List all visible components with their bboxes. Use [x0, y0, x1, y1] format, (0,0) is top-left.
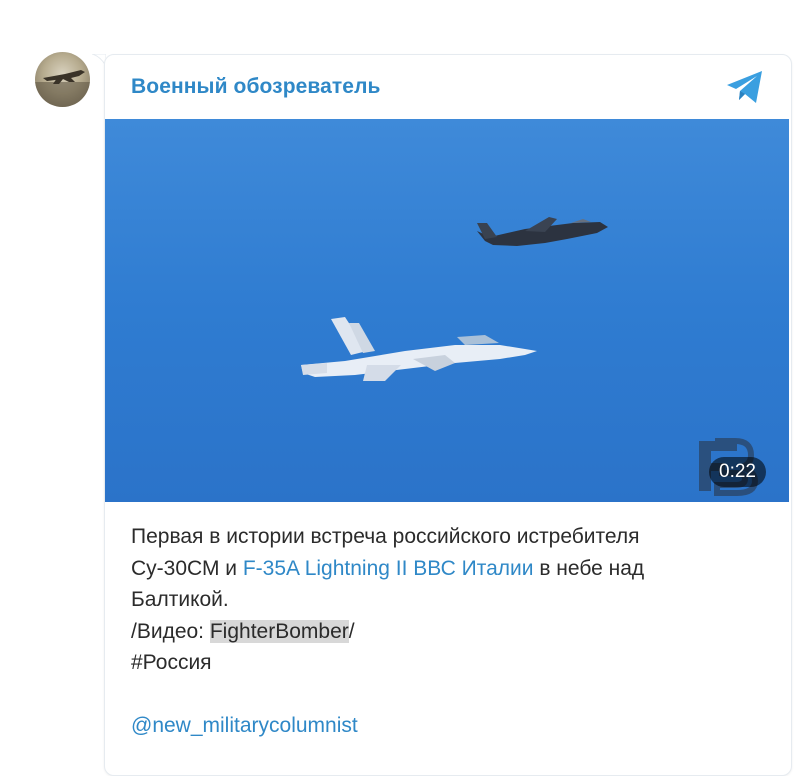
- post-line-1: Первая в истории встреча российского ист…: [131, 525, 640, 548]
- post-line-2-prefix: Су-30СМ и: [131, 556, 243, 580]
- video-player[interactable]: [105, 119, 789, 502]
- video-duration: 0:22: [709, 457, 766, 487]
- f35-link[interactable]: F-35A Lightning II ВВС Италии: [243, 557, 534, 580]
- video-credit-prefix: /Видео:: [131, 619, 210, 643]
- post-line-2: Су-30СМ и F-35A Lightning II ВВС Италии …: [131, 553, 771, 585]
- channel-name[interactable]: Военный обозреватель: [131, 75, 381, 99]
- video-credit-suffix: /: [348, 619, 355, 643]
- video-credit-highlight[interactable]: FighterBomber: [209, 619, 349, 643]
- hashtag-russia[interactable]: #Россия: [131, 647, 771, 679]
- channel-mention-link[interactable]: @new_militarycolumnist: [131, 710, 771, 742]
- telegram-plane-icon[interactable]: [725, 69, 765, 105]
- channel-avatar[interactable]: [35, 52, 90, 107]
- post-line-2-suffix: в небе над: [533, 556, 645, 580]
- post-line-3: Балтикой.: [131, 588, 229, 611]
- fighter-jet-icon: [35, 70, 90, 107]
- post-text: Первая в истории встреча российского ист…: [131, 521, 771, 742]
- video-frame-jets: [105, 119, 789, 502]
- post-line-4: /Видео: FighterBomber/: [131, 616, 771, 648]
